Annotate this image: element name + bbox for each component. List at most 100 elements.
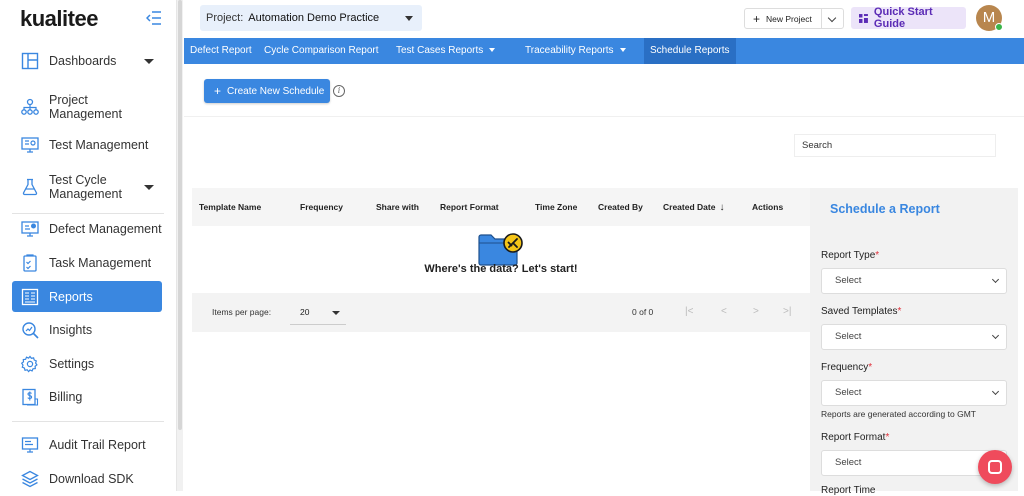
sidebar-scrollbar[interactable] bbox=[176, 0, 183, 491]
frequency-select[interactable]: Select bbox=[821, 380, 1007, 406]
next-page-button[interactable]: > bbox=[753, 306, 759, 317]
sidebar-item-insights[interactable]: Insights bbox=[12, 318, 162, 342]
select-value: Select bbox=[835, 275, 862, 286]
sidebar-item-label: Project Management bbox=[49, 93, 122, 121]
required-marker: * bbox=[868, 362, 873, 373]
chevron-down-icon bbox=[991, 275, 1000, 284]
pagination-range: 0 of 0 bbox=[632, 307, 654, 317]
kualitee-logo[interactable]: kualitee bbox=[20, 6, 98, 32]
schedules-table: Template Name Frequency Share with Repor… bbox=[192, 188, 810, 332]
sidebar-item-label: Task Management bbox=[49, 256, 152, 270]
tab-traceability-reports[interactable]: Traceability Reports bbox=[525, 38, 626, 64]
sidebar-item-defect-management[interactable]: Defect Management bbox=[12, 217, 162, 241]
insights-icon bbox=[22, 322, 39, 339]
select-value: Select bbox=[835, 387, 862, 398]
select-value: Select bbox=[835, 331, 862, 342]
column-header-time-zone[interactable]: Time Zone bbox=[535, 202, 577, 212]
last-page-button[interactable]: >| bbox=[783, 306, 791, 317]
sort-down-icon[interactable]: ↓ bbox=[719, 202, 724, 213]
select-value: Select bbox=[835, 457, 862, 468]
tab-test-cases-reports[interactable]: Test Cases Reports bbox=[396, 38, 495, 64]
sidebar-item-task-management[interactable]: Task Management bbox=[12, 251, 162, 275]
sidebar-item-audit-trail-report[interactable]: Audit Trail Report bbox=[12, 433, 162, 457]
sidebar-item-test-management[interactable]: Test Management bbox=[12, 133, 162, 157]
chevron-down-icon bbox=[405, 16, 413, 21]
column-header-created-by[interactable]: Created By bbox=[598, 202, 643, 212]
checklist-icon bbox=[23, 254, 37, 272]
pagination: Items per page: 20 0 of 0 |< < > >| bbox=[192, 293, 810, 332]
sidebar-item-settings[interactable]: Settings bbox=[12, 352, 162, 376]
column-header-frequency[interactable]: Frequency bbox=[300, 202, 343, 212]
field-label-text: Frequency bbox=[821, 362, 869, 373]
info-icon[interactable]: i bbox=[333, 85, 345, 97]
chevron-down-icon bbox=[144, 59, 154, 64]
sidebar: kualitee Dashboards Project Management T… bbox=[0, 0, 176, 491]
quick-start-guide-button[interactable]: Quick Start Guide bbox=[851, 6, 966, 30]
saved-templates-select[interactable]: Select bbox=[821, 324, 1007, 350]
new-project-label: New Project bbox=[766, 13, 812, 24]
avatar[interactable]: M bbox=[976, 5, 1003, 31]
plus-icon: + bbox=[753, 11, 761, 26]
sidebar-item-dashboards[interactable]: Dashboards bbox=[12, 49, 162, 73]
sidebar-item-test-cycle-management[interactable]: Test Cycle Management bbox=[12, 171, 162, 203]
sidebar-item-label: Test Management bbox=[49, 138, 149, 152]
field-label-text: Saved Templates bbox=[821, 306, 898, 317]
avatar-initial: M bbox=[982, 9, 996, 26]
tab-cycle-comparison-report[interactable]: Cycle Comparison Report bbox=[264, 38, 379, 64]
saved-templates-label: Saved Templates* bbox=[821, 306, 901, 317]
folder-icon bbox=[478, 233, 523, 266]
column-header-share-with[interactable]: Share with bbox=[376, 202, 419, 212]
chevron-down-icon bbox=[332, 311, 340, 315]
chevron-down-icon bbox=[991, 331, 1000, 340]
column-header-actions: Actions bbox=[752, 202, 784, 212]
required-marker: * bbox=[897, 306, 902, 317]
project-hierarchy-icon bbox=[21, 98, 39, 115]
collapse-sidebar-icon[interactable] bbox=[146, 11, 162, 25]
project-label: Project: bbox=[206, 12, 244, 24]
required-marker: * bbox=[875, 250, 880, 261]
frequency-label: Frequency* bbox=[821, 362, 872, 373]
project-selector[interactable]: Project: Automation Demo Practice bbox=[200, 5, 422, 31]
sidebar-item-billing[interactable]: Billing bbox=[12, 385, 162, 409]
field-label-text: Report Type bbox=[821, 250, 876, 261]
plus-icon: + bbox=[214, 84, 222, 98]
previous-page-button[interactable]: < bbox=[721, 306, 727, 317]
quick-start-label: Quick Start Guide bbox=[873, 6, 933, 30]
flask-icon bbox=[22, 178, 38, 196]
empty-state-message: Where's the data? Let's start! bbox=[424, 263, 578, 275]
sidebar-item-label: Dashboards bbox=[49, 54, 117, 68]
panel-title: Schedule a Report bbox=[830, 202, 940, 216]
schedule-report-panel: Schedule a Report Report Type* Select Sa… bbox=[810, 188, 1018, 496]
create-new-schedule-button[interactable]: + Create New Schedule bbox=[204, 79, 330, 103]
grid-icon bbox=[859, 13, 868, 23]
column-header-created-date[interactable]: Created Date ↓ bbox=[663, 202, 724, 213]
chat-support-button[interactable] bbox=[978, 450, 1012, 484]
tab-schedule-reports[interactable]: Schedule Reports bbox=[644, 38, 736, 64]
new-project-dropdown-toggle[interactable] bbox=[821, 9, 843, 28]
chat-icon bbox=[988, 460, 1002, 474]
search-input[interactable]: Search bbox=[794, 134, 996, 157]
sidebar-divider bbox=[12, 213, 164, 214]
table-header: Template Name Frequency Share with Repor… bbox=[192, 188, 810, 226]
sidebar-divider bbox=[12, 421, 164, 422]
report-type-select[interactable]: Select bbox=[821, 268, 1007, 294]
sidebar-item-label: Settings bbox=[49, 357, 95, 371]
page-size-select[interactable]: 20 bbox=[290, 299, 346, 325]
column-header-report-format[interactable]: Report Format bbox=[440, 202, 499, 212]
gear-icon bbox=[21, 355, 38, 373]
tab-defect-report[interactable]: Defect Report bbox=[190, 38, 252, 64]
sidebar-item-reports[interactable]: Reports bbox=[12, 281, 162, 312]
sidebar-item-download-sdk[interactable]: Download SDK bbox=[12, 467, 162, 491]
sidebar-item-project-management[interactable]: Project Management bbox=[12, 91, 162, 123]
column-header-template-name[interactable]: Template Name bbox=[199, 202, 261, 212]
new-project-button[interactable]: + New Project bbox=[744, 8, 844, 29]
sidebar-item-label: Insights bbox=[49, 323, 93, 337]
scrollbar-thumb[interactable] bbox=[178, 0, 182, 430]
sidebar-item-label: Reports bbox=[49, 289, 93, 304]
sidebar-item-label: Billing bbox=[49, 390, 83, 404]
items-per-page-label: Items per page: bbox=[212, 307, 272, 317]
first-page-button[interactable]: |< bbox=[685, 306, 693, 317]
project-value: Automation Demo Practice bbox=[248, 12, 380, 24]
layers-icon bbox=[21, 470, 39, 488]
dashboard-icon bbox=[21, 52, 39, 70]
